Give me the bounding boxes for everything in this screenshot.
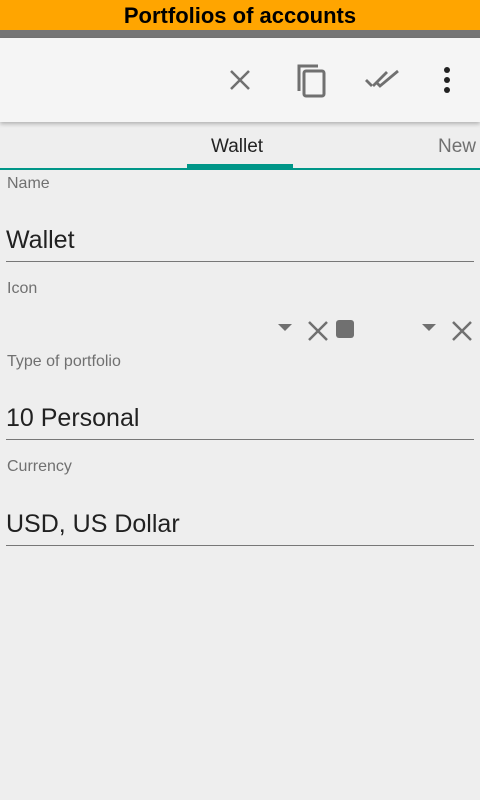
type-label: Type of portfolio [7, 353, 121, 370]
currency-label: Currency [7, 458, 72, 475]
tab-wallet[interactable]: Wallet [211, 136, 263, 158]
tab-indicator [187, 164, 293, 168]
close-icon[interactable] [222, 62, 258, 98]
page-banner: Portfolios of accounts [0, 0, 480, 30]
tab-new[interactable]: New [438, 136, 476, 158]
dropdown-arrow-icon[interactable] [278, 324, 292, 332]
done-all-icon[interactable] [365, 62, 401, 98]
copy-icon[interactable] [293, 62, 329, 98]
clear-icon[interactable] [451, 320, 473, 342]
toolbar [0, 38, 480, 122]
currency-field[interactable]: USD, US Dollar [6, 510, 474, 546]
status-bar [0, 30, 480, 38]
icon-label: Icon [7, 280, 38, 297]
dropdown-arrow-icon[interactable] [422, 324, 436, 332]
more-vert-icon[interactable] [429, 62, 465, 98]
name-label: Name [7, 175, 50, 192]
type-field[interactable]: 10 Personal [6, 404, 474, 440]
color-swatch[interactable] [336, 320, 354, 338]
clear-icon[interactable] [307, 320, 329, 342]
tab-bar: Wallet New [0, 126, 480, 170]
name-field[interactable]: Wallet [6, 226, 474, 262]
